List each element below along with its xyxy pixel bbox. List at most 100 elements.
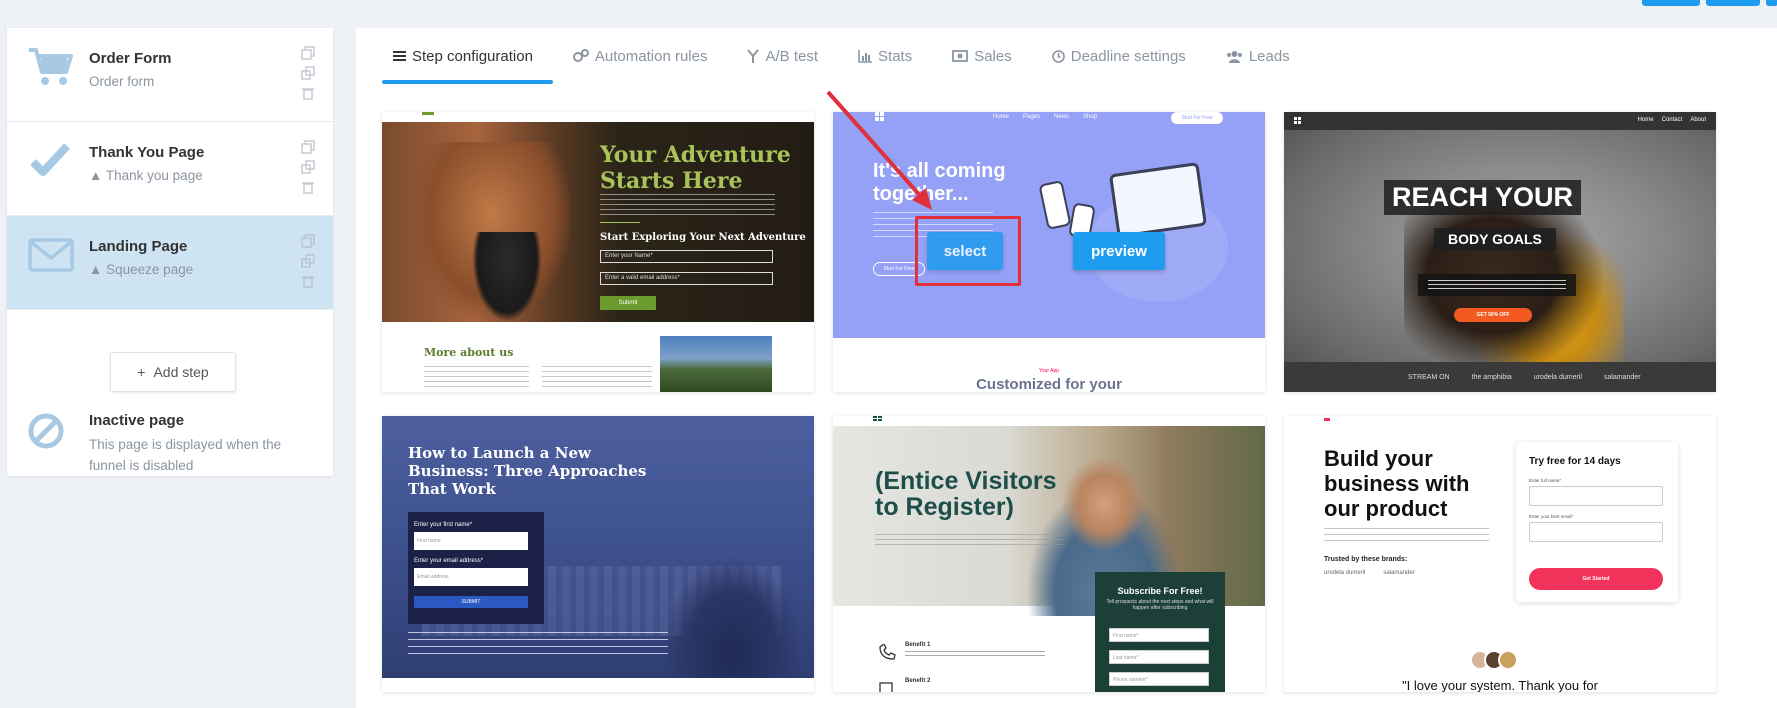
phone-mockup — [1038, 180, 1072, 230]
add-step-button[interactable]: + Add step — [110, 352, 236, 392]
tab-deadline-settings[interactable]: Deadline settings — [1032, 28, 1206, 84]
avatar — [1498, 650, 1518, 670]
template-title: Build your business with our product — [1324, 446, 1470, 521]
copy-icon[interactable] — [301, 234, 315, 248]
phone-icon — [879, 644, 896, 660]
start-free-button: Start For Free — [1171, 112, 1223, 124]
step-subtitle: ▲ Squeeze page — [89, 262, 194, 277]
step-thank-you-page[interactable]: Thank You Page ▲ Thank you page — [7, 122, 333, 216]
ban-icon — [28, 413, 64, 449]
tab-leads[interactable]: Leads — [1206, 28, 1310, 84]
step-title: Landing Page — [89, 238, 188, 255]
text-block — [1418, 274, 1576, 296]
template-card-reach-your-goals[interactable]: Home Contact About REACH YOUR BODY GOALS G… — [1284, 112, 1716, 392]
trash-icon[interactable] — [301, 274, 315, 288]
template-description — [600, 194, 775, 218]
clone-icon[interactable] — [301, 254, 315, 268]
testimonial-quote: "I love your system. Thank you for — [1402, 678, 1598, 692]
tab-bar: Step configuration Automation rules A/B … — [382, 28, 1310, 84]
template-subtitle: Start Exploring Your Next Adventure — [600, 232, 806, 243]
money-icon — [952, 50, 969, 62]
users-icon — [1226, 50, 1242, 63]
template-hero: Home Pages News Shop Start For Free It's al… — [833, 112, 1265, 338]
funnel-steps-sidebar: Order Form Order form Thank You Page ▲ T… — [7, 28, 333, 476]
tab-sales[interactable]: Sales — [932, 28, 1032, 84]
tab-stats[interactable]: Stats — [838, 28, 932, 84]
template-title: It's all coming together... — [873, 160, 1006, 205]
last-name-field: Last name* — [1109, 650, 1209, 664]
warning-icon: ▲ — [89, 262, 103, 277]
tab-label: Automation rules — [594, 47, 708, 65]
text-block — [1324, 528, 1489, 542]
copy-icon[interactable] — [301, 140, 315, 154]
template-card-build-business[interactable]: Build your business with our product Tru… — [1284, 416, 1716, 692]
form-label: Enter your email address* — [414, 558, 484, 564]
grid-logo-icon — [1294, 117, 1301, 124]
panel-title: Try free for 14 days — [1529, 456, 1621, 467]
preview-template-button[interactable]: preview — [1073, 232, 1165, 270]
get-started-button: Get Started — [1529, 568, 1663, 590]
text-block — [408, 632, 668, 658]
template-logo — [422, 112, 434, 115]
hiker-image — [472, 232, 542, 322]
template-card-coming-together[interactable]: Home Pages News Shop Start For Free It's al… — [833, 112, 1265, 392]
trash-icon[interactable] — [301, 180, 315, 194]
trusted-label: Trusted by these brands: — [1324, 556, 1408, 563]
clone-icon[interactable] — [301, 66, 315, 80]
tab-label: Leads — [1248, 47, 1290, 65]
inactive-page-description: This page is displayed when the funnel i… — [89, 437, 282, 473]
email-field — [1529, 522, 1663, 542]
template-card-entice-visitors[interactable]: (Entice Visitors to Register) Benefit 1 … — [833, 416, 1265, 692]
optin-form: Enter your first name* First name Enter … — [408, 512, 544, 624]
phone-field: Phone number* — [1109, 672, 1209, 686]
step-subtitle: ▲ Thank you page — [89, 168, 203, 183]
top-action-button-2[interactable] — [1706, 0, 1760, 6]
submit-button: SUBMIT — [414, 596, 528, 608]
template-card-adventure[interactable]: Your Adventure Starts Here Start Explori… — [382, 112, 814, 392]
first-name-field: First name* — [1109, 628, 1209, 642]
tab-ab-test[interactable]: A/B test — [727, 28, 838, 84]
clock-icon — [1051, 49, 1065, 63]
tab-automation-rules[interactable]: Automation rules — [553, 28, 728, 84]
step-order-form[interactable]: Order Form Order form — [7, 28, 333, 122]
step-landing-page[interactable]: Landing Page ▲ Squeeze page — [7, 216, 333, 310]
more-about-heading: More about us — [424, 346, 514, 359]
feature-icon — [879, 682, 893, 692]
reach-heading: REACH YOUR — [1384, 180, 1582, 215]
copy-icon[interactable] — [301, 46, 315, 60]
template-logo — [1324, 418, 1330, 421]
inactive-page-item[interactable]: Inactive page This page is displayed whe… — [7, 398, 333, 476]
first-name-field: First name — [414, 532, 528, 550]
text-block — [875, 534, 1065, 546]
tab-label: Stats — [878, 47, 913, 65]
signup-panel: Try free for 14 days Enter full name* En… — [1516, 442, 1678, 602]
tab-label: Step configuration — [412, 47, 533, 65]
divider — [600, 222, 640, 223]
person-silhouette — [662, 556, 802, 678]
step-actions — [301, 46, 317, 106]
clone-icon[interactable] — [301, 160, 315, 174]
gears-icon — [572, 49, 589, 62]
tablet-mockup — [1108, 162, 1208, 238]
name-field — [1529, 486, 1663, 506]
split-icon — [747, 49, 760, 63]
benefit-item: Benefit 2 — [877, 678, 1037, 692]
email-field: Email address — [414, 568, 528, 586]
form-label: Enter your first name* — [414, 522, 473, 528]
template-card-launch-business[interactable]: How to Launch a New Business: Three Appr… — [382, 416, 814, 692]
tab-step-configuration[interactable]: Step configuration — [382, 28, 553, 84]
cta-button: GET 50% OFF — [1454, 308, 1532, 322]
top-action-button-3[interactable] — [1766, 0, 1777, 6]
template-nav: Home Contact About — [1637, 117, 1706, 123]
brand-strip: STREAM ON the amphibia urodela dumeril s… — [1284, 362, 1716, 392]
warning-icon: ▲ — [89, 168, 103, 183]
template-title: (Entice Visitors to Register) — [875, 467, 1057, 521]
trash-icon[interactable] — [301, 86, 315, 100]
top-action-button-1[interactable] — [1642, 0, 1700, 6]
main-panel: Step configuration Automation rules A/B … — [356, 28, 1777, 708]
envelope-icon — [28, 238, 74, 272]
step-actions — [301, 234, 317, 294]
subscribe-heading: Subscribe For Free! — [1117, 586, 1203, 596]
your-app-label: Your App — [1038, 368, 1060, 374]
subscribe-form: Subscribe For Free! Tell prospects about… — [1095, 572, 1225, 692]
